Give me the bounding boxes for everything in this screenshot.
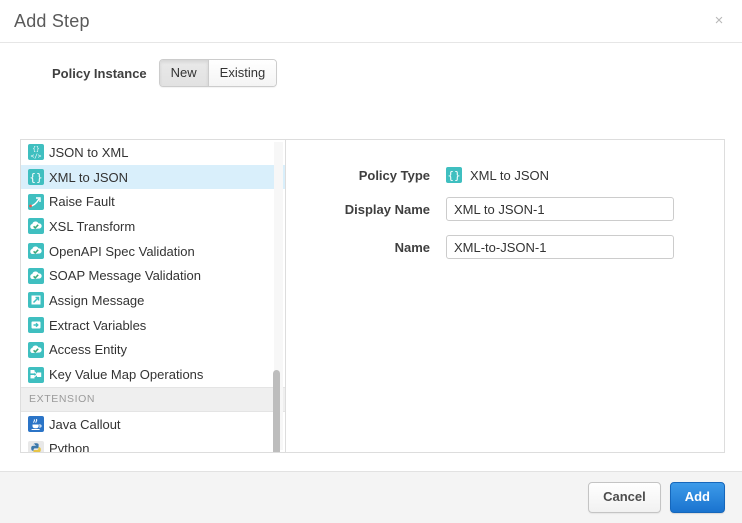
display-name-row: Display Name — [286, 197, 724, 221]
policy-list-scrollbar-track[interactable] — [274, 142, 283, 450]
dialog-footer: Cancel Add — [0, 471, 742, 523]
display-name-input[interactable] — [446, 197, 674, 221]
access-entity-icon — [28, 342, 44, 358]
name-row: Name — [286, 235, 724, 259]
name-input[interactable] — [446, 235, 674, 259]
add-button[interactable]: Add — [670, 482, 725, 513]
policy-item-raise-fault[interactable]: Raise Fault — [21, 189, 285, 214]
page-title: Add Step — [14, 11, 90, 32]
policy-item-label: JSON to XML — [49, 145, 128, 160]
policy-item-label: OpenAPI Spec Validation — [49, 244, 195, 259]
svg-text:{}: {} — [447, 169, 460, 182]
policy-item-soap-message-validation[interactable]: SOAP Message Validation — [21, 263, 285, 288]
svg-text:{}: {} — [32, 146, 39, 153]
policy-detail-pane: Policy Type {} XML to JSON Display Name — [286, 139, 725, 453]
policy-item-xsl-transform[interactable]: XSL Transform — [21, 214, 285, 239]
toggle-option-existing[interactable]: Existing — [208, 60, 277, 86]
cancel-button[interactable]: Cancel — [588, 482, 661, 513]
json-to-xml-icon: {} </> — [28, 144, 44, 160]
policy-list-scrollbar-thumb[interactable] — [273, 370, 280, 453]
policy-item-java-callout[interactable]: Java Callout — [21, 412, 285, 437]
content-panes: {} </> JSON to XML {} XML to JSON — [20, 139, 725, 453]
key-value-map-operations-icon — [28, 367, 44, 383]
xml-to-json-icon: {} — [28, 169, 44, 185]
policy-item-openapi-spec-validation[interactable]: OpenAPI Spec Validation — [21, 239, 285, 264]
policy-type-row: Policy Type {} XML to JSON — [286, 167, 724, 183]
policy-type-value: {} XML to JSON — [446, 167, 549, 183]
policy-list-scroll: {} </> JSON to XML {} XML to JSON — [21, 140, 285, 452]
toggle-option-new[interactable]: New — [160, 60, 208, 86]
policy-item-label: Raise Fault — [49, 194, 115, 209]
svg-text:{}: {} — [29, 171, 42, 184]
policy-item-extract-variables[interactable]: Extract Variables — [21, 313, 285, 338]
name-label: Name — [286, 240, 446, 255]
policy-item-assign-message[interactable]: Assign Message — [21, 288, 285, 313]
policy-item-label: Assign Message — [49, 293, 144, 308]
assign-message-icon — [28, 292, 44, 308]
display-name-label: Display Name — [286, 202, 446, 217]
policy-item-label: Key Value Map Operations — [49, 367, 203, 382]
policy-instance-toggle[interactable]: New Existing — [159, 59, 278, 87]
dialog-header: Add Step × — [0, 0, 742, 43]
policy-type-label: Policy Type — [286, 168, 446, 183]
policy-item-access-entity[interactable]: Access Entity — [21, 338, 285, 363]
add-step-dialog: Add Step × Policy Instance New Existing … — [0, 0, 742, 523]
dialog-body: Policy Instance New Existing {} </> — [0, 43, 742, 471]
policy-item-label: XSL Transform — [49, 219, 135, 234]
java-icon — [28, 416, 44, 432]
policy-item-label: XML to JSON — [49, 170, 128, 185]
close-icon[interactable]: × — [710, 12, 728, 30]
raise-fault-icon — [28, 194, 44, 210]
group-header-extension: EXTENSION — [21, 387, 285, 412]
svg-text:</>: </> — [31, 153, 42, 160]
extract-variables-icon — [28, 317, 44, 333]
policy-item-key-value-map-operations[interactable]: Key Value Map Operations — [21, 362, 285, 387]
policy-item-label: Python — [49, 441, 89, 452]
policy-type-text: XML to JSON — [470, 168, 549, 183]
policy-item-label: Extract Variables — [49, 318, 146, 333]
xml-to-json-icon: {} — [446, 167, 462, 183]
policy-item-json-to-xml[interactable]: {} </> JSON to XML — [21, 140, 285, 165]
policy-instance-label: Policy Instance — [52, 66, 147, 81]
policy-item-python[interactable]: Python — [21, 437, 285, 452]
python-icon — [28, 441, 44, 452]
policy-item-label: SOAP Message Validation — [49, 268, 201, 283]
policy-item-xml-to-json[interactable]: {} XML to JSON — [21, 165, 285, 190]
policy-item-label: Access Entity — [49, 342, 127, 357]
policy-instance-row: Policy Instance New Existing — [0, 43, 742, 101]
soap-message-validation-icon — [28, 268, 44, 284]
policy-list-pane: {} </> JSON to XML {} XML to JSON — [20, 139, 286, 453]
xsl-transform-icon — [28, 218, 44, 234]
openapi-spec-validation-icon — [28, 243, 44, 259]
policy-item-label: Java Callout — [49, 417, 121, 432]
